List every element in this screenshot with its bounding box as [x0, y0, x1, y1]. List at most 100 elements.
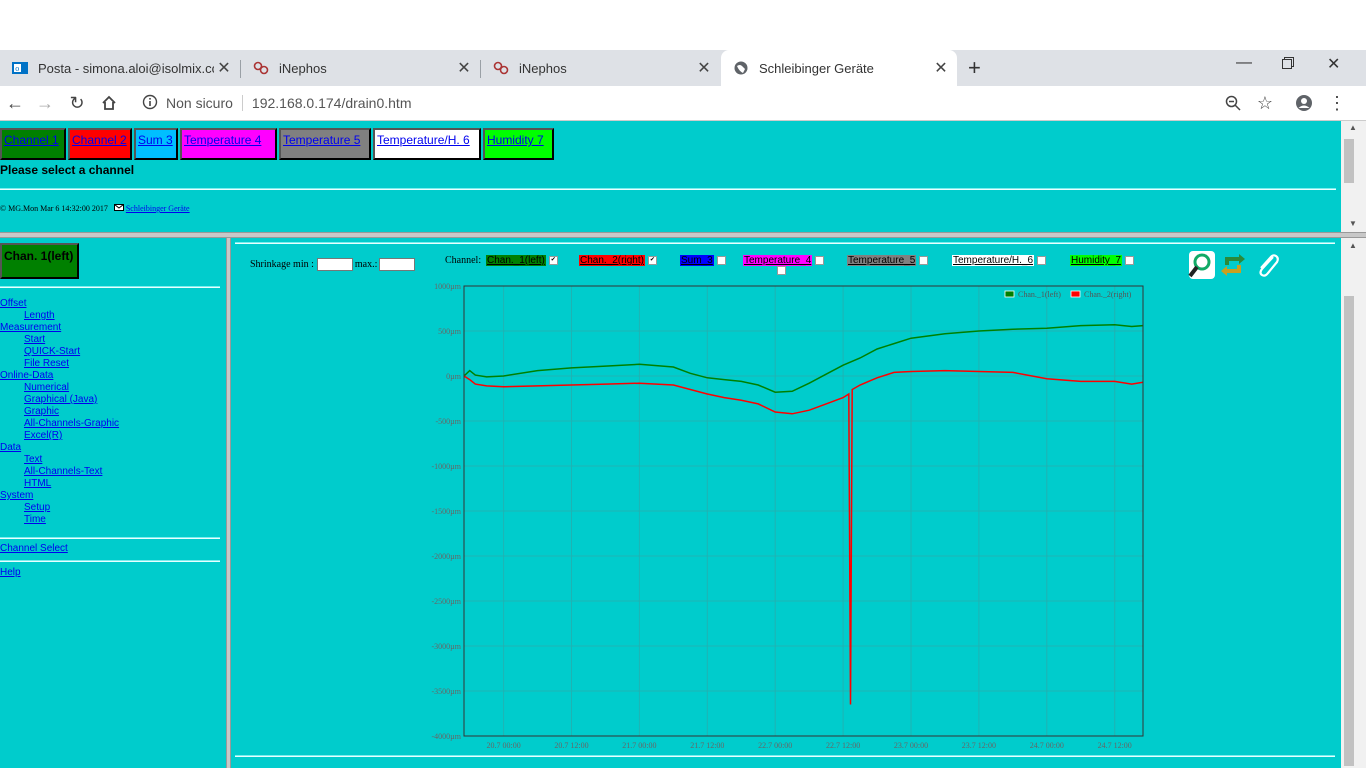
tab-title: iNephos	[279, 60, 327, 76]
menu-link[interactable]: Text	[24, 454, 42, 465]
x-tick-label: 20.7 00:00	[486, 741, 520, 750]
tab-close-icon[interactable]: ✕	[454, 58, 474, 78]
channel-button[interactable]: Sum 3	[134, 128, 178, 160]
refresh-icon[interactable]	[1219, 251, 1247, 279]
zoom-search-icon[interactable]	[1187, 251, 1215, 279]
channel-button[interactable]: Channel 2	[68, 128, 132, 160]
back-icon[interactable]: ←	[4, 92, 26, 114]
mail-icon	[113, 204, 126, 213]
close-window-icon[interactable]: ✕	[1327, 54, 1340, 74]
menu-link[interactable]: Setup	[24, 502, 50, 513]
channel-checkbox[interactable]	[919, 255, 929, 265]
menu-link[interactable]: Measurement	[0, 322, 61, 333]
menu-link[interactable]: All-Channels-Graphic	[24, 418, 119, 429]
channel-check-label[interactable]: Temperature_5	[847, 255, 917, 266]
x-tick-label: 22.7 12:00	[826, 741, 860, 750]
minimize-icon[interactable]: —	[1236, 54, 1252, 72]
channel-button[interactable]: Temperature/H. 6	[373, 128, 481, 160]
inephos-icon	[493, 60, 509, 76]
tab-close-icon[interactable]: ✕	[694, 58, 714, 78]
channel-check-label[interactable]: Chan._2(right)	[579, 255, 645, 266]
menu-link[interactable]: HTML	[24, 478, 51, 489]
channel-check-item: Temperature/H._6	[952, 255, 1047, 266]
channel-checkbox[interactable]	[1037, 255, 1047, 265]
scroll-up-icon[interactable]: ▲	[1349, 123, 1357, 132]
footer: © MG.Mon Mar 6 14:32:00 2017 Schleibinge…	[0, 204, 190, 213]
info-icon[interactable]	[142, 94, 158, 113]
menu-link[interactable]: Time	[24, 514, 46, 525]
menu-link[interactable]: Data	[0, 442, 21, 453]
x-tick-label: 22.7 00:00	[758, 741, 792, 750]
forward-icon[interactable]: →	[34, 92, 56, 114]
security-label: Non sicuro	[166, 95, 233, 111]
channel-check-item: Humidity_7	[1070, 255, 1135, 266]
scroll-up-icon[interactable]: ▲	[1349, 241, 1357, 250]
channel-checkbox[interactable]	[777, 266, 786, 275]
channel-button[interactable]: Channel 1	[0, 128, 66, 160]
current-channel-button[interactable]: Chan. 1(left)	[0, 243, 79, 279]
menu-link[interactable]: System	[0, 490, 33, 501]
footer-link[interactable]: Schleibinger Geräte	[126, 204, 190, 213]
menu-link[interactable]: File Reset	[24, 358, 69, 369]
home-icon[interactable]	[98, 92, 120, 114]
channel-button[interactable]: Temperature 4	[180, 128, 277, 160]
scroll-thumb[interactable]	[1344, 139, 1354, 183]
browser-tab[interactable]: iNephos ✕	[241, 50, 480, 86]
y-tick-label: -2500µm	[432, 597, 462, 606]
y-tick-label: -2000µm	[432, 552, 462, 561]
menu-link[interactable]: Offset	[0, 298, 27, 309]
browser-tab-strip: o Posta - simona.aloi@isolmix.com ✕ iNep…	[0, 50, 1366, 86]
browser-tab[interactable]: iNephos ✕	[481, 50, 720, 86]
help-link[interactable]: Help	[0, 567, 21, 578]
channel-button[interactable]: Temperature 5	[279, 128, 371, 160]
menu-dots-icon[interactable]: ⋮	[1326, 92, 1348, 114]
shrinkage-max-input[interactable]	[379, 258, 416, 271]
x-tick-label: 24.7 12:00	[1098, 741, 1132, 750]
menu-link[interactable]: Excel(R)	[24, 430, 62, 441]
omnibox[interactable]: Non sicuro 192.168.0.174/drain0.htm	[132, 90, 1282, 116]
tab-close-icon[interactable]: ✕	[931, 58, 951, 78]
browser-tab[interactable]: o Posta - simona.aloi@isolmix.com ✕	[0, 50, 240, 86]
channel-select-link[interactable]: Channel Select	[0, 543, 68, 554]
channel-check-label[interactable]: Temperature_4	[743, 255, 813, 266]
shrinkage-max-label: max.:	[354, 259, 378, 270]
browser-tab-active[interactable]: Schleibinger Geräte ✕	[721, 50, 957, 86]
menu-link[interactable]: QUICK-Start	[24, 346, 80, 357]
chart-grid	[464, 285, 1143, 737]
channel-check-label[interactable]: Humidity_7	[1070, 255, 1123, 266]
menu-link[interactable]: Start	[24, 334, 45, 345]
y-tick-label: -500µm	[436, 417, 462, 426]
restore-icon[interactable]	[1282, 56, 1294, 74]
account-icon[interactable]	[1293, 92, 1315, 114]
tab-close-icon[interactable]: ✕	[214, 58, 234, 78]
graph-frame-scrollbar[interactable]: ▲	[1341, 238, 1366, 768]
channel-checkbox[interactable]: ✔	[548, 255, 558, 265]
attachment-paperclip-icon[interactable]	[1253, 251, 1281, 279]
channel-checkbox[interactable]	[815, 255, 825, 265]
menu-link[interactable]: Numerical	[24, 382, 69, 393]
menu-link[interactable]: Online-Data	[0, 370, 53, 381]
channel-check-label[interactable]: Sum_3	[680, 255, 714, 266]
menu-link[interactable]: Length	[24, 310, 55, 321]
y-tick-label: 1000µm	[434, 282, 462, 291]
bookmark-star-icon[interactable]: ☆	[1254, 92, 1276, 114]
scroll-down-icon[interactable]: ▼	[1349, 219, 1357, 228]
top-frame-scrollbar[interactable]: ▲ ▼	[1341, 121, 1366, 232]
channel-check-label[interactable]: Temperature/H._6	[952, 255, 1035, 266]
menu-link[interactable]: All-Channels-Text	[24, 466, 102, 477]
channel-checkbox[interactable]	[1125, 255, 1135, 265]
scroll-thumb[interactable]	[1344, 296, 1354, 766]
new-tab-icon[interactable]: +	[968, 55, 981, 81]
menu-link[interactable]: Graphical (Java)	[24, 394, 97, 405]
chart-legend: Chan._1(left) Chan._2(right)	[1004, 290, 1132, 299]
channel-checkbox[interactable]: ✔	[647, 255, 657, 265]
channel-check-label[interactable]: Chan._1(left)	[486, 255, 546, 266]
menu-link[interactable]: Graphic	[24, 406, 59, 417]
reload-icon[interactable]: ↻	[66, 92, 88, 114]
y-tick-label: -4000µm	[432, 732, 462, 741]
shrinkage-min-input[interactable]	[316, 258, 353, 271]
url-text[interactable]: 192.168.0.174/drain0.htm	[252, 95, 412, 111]
zoom-icon[interactable]	[1222, 92, 1244, 114]
channel-checkbox[interactable]	[716, 255, 726, 265]
channel-button[interactable]: Humidity 7	[483, 128, 554, 160]
